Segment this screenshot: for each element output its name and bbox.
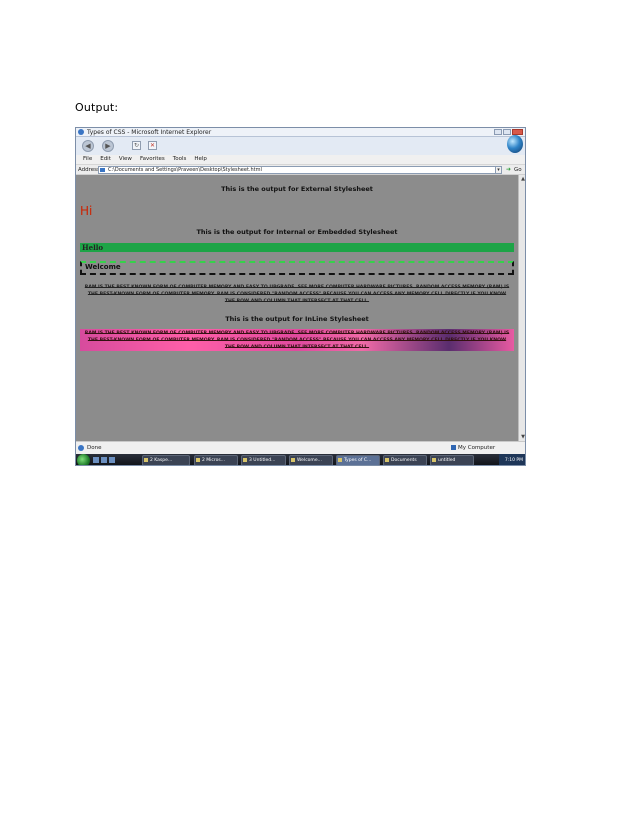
menu-favorites[interactable]: Favorites bbox=[140, 155, 165, 164]
address-bar: Address C:\Documents and Settings\Pravee… bbox=[76, 164, 525, 175]
maximize-button[interactable] bbox=[503, 129, 511, 135]
computer-icon bbox=[451, 445, 456, 450]
menu-bar: File Edit View Favorites Tools Help bbox=[76, 155, 525, 164]
stop-icon[interactable]: ✕ bbox=[148, 141, 157, 150]
clock[interactable]: 7:10 PM bbox=[505, 454, 523, 465]
start-button[interactable] bbox=[77, 454, 90, 465]
output-caption: Output: bbox=[75, 101, 119, 114]
address-input[interactable]: C:\Documents and Settings\Praveen\Deskto… bbox=[98, 166, 496, 174]
internal-stylesheet-heading: This is the output for Internal or Embed… bbox=[196, 228, 398, 236]
menu-tools[interactable]: Tools bbox=[173, 155, 187, 164]
system-tray: 7:10 PM bbox=[499, 454, 525, 465]
browser-screenshot: Types of CSS - Microsoft Internet Explor… bbox=[75, 127, 526, 466]
navigation-bar: ◀ ▶ ↻ ✕ bbox=[76, 135, 525, 155]
scroll-down-icon[interactable]: ▼ bbox=[520, 434, 525, 440]
window-controls bbox=[494, 129, 523, 135]
taskbar-item[interactable]: Welcome... bbox=[289, 455, 333, 465]
ie-globe-icon bbox=[507, 135, 523, 153]
hello-banner: Hello bbox=[80, 243, 514, 252]
quicklaunch-icon[interactable] bbox=[93, 457, 99, 463]
status-bar: Done My Computer bbox=[76, 441, 525, 454]
menu-help[interactable]: Help bbox=[194, 155, 207, 164]
welcome-box: Welcome bbox=[80, 261, 514, 275]
status-page-icon bbox=[78, 445, 84, 451]
taskbar-item[interactable]: untitled bbox=[430, 455, 474, 465]
menu-edit[interactable]: Edit bbox=[100, 155, 111, 164]
scroll-up-icon[interactable]: ▲ bbox=[520, 176, 525, 182]
address-dropdown-icon[interactable]: ▾ bbox=[495, 166, 502, 174]
ram-paragraph: RAM IS THE BEST KNOWN FORM OF COMPUTER M… bbox=[84, 285, 510, 304]
quicklaunch-icon[interactable] bbox=[101, 457, 107, 463]
ie-logo-icon bbox=[78, 129, 84, 135]
page-icon bbox=[100, 168, 105, 172]
vertical-scrollbar[interactable]: ▲ ▼ bbox=[518, 175, 525, 441]
go-button[interactable]: Go bbox=[514, 165, 522, 175]
taskbar-item[interactable]: 3 Untitled... bbox=[241, 455, 286, 465]
taskbar-item[interactable]: 2 Micros... bbox=[194, 455, 238, 465]
forward-arrow-icon[interactable]: ▶ bbox=[102, 140, 114, 152]
refresh-icon[interactable]: ↻ bbox=[132, 141, 141, 150]
menu-view[interactable]: View bbox=[119, 155, 132, 164]
ram-paragraph-inline: RAM IS THE BEST KNOWN FORM OF COMPUTER M… bbox=[80, 329, 514, 351]
window-title: Types of CSS - Microsoft Internet Explor… bbox=[87, 129, 212, 136]
title-bar: Types of CSS - Microsoft Internet Explor… bbox=[76, 128, 525, 137]
inline-stylesheet-heading: This is the output for InLine Stylesheet bbox=[225, 315, 369, 323]
taskbar: 2 Kaspe... 2 Micros... 3 Untitled... Wel… bbox=[76, 454, 525, 465]
quicklaunch-icon[interactable] bbox=[109, 457, 115, 463]
back-arrow-icon[interactable]: ◀ bbox=[82, 140, 94, 152]
page-viewport: This is the output for External Styleshe… bbox=[76, 175, 518, 441]
go-arrow-icon[interactable]: ➜ bbox=[506, 165, 511, 175]
menu-file[interactable]: File bbox=[83, 155, 92, 164]
taskbar-item-active[interactable]: Types of C... bbox=[336, 455, 380, 465]
address-label: Address bbox=[78, 167, 100, 173]
minimize-button[interactable] bbox=[494, 129, 502, 135]
address-value: C:\Documents and Settings\Praveen\Deskto… bbox=[108, 167, 262, 173]
status-text: Done bbox=[87, 445, 102, 451]
hi-text: Hi bbox=[80, 204, 93, 218]
taskbar-item[interactable]: 2 Kaspe... bbox=[142, 455, 190, 465]
external-stylesheet-heading: This is the output for External Styleshe… bbox=[221, 185, 373, 193]
security-zone: My Computer bbox=[458, 445, 496, 451]
taskbar-item[interactable]: Documents bbox=[383, 455, 427, 465]
